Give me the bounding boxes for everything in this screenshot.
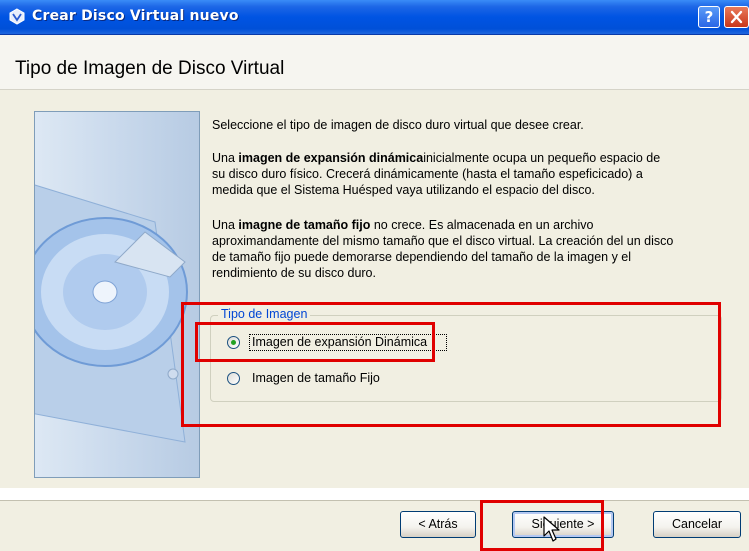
window-title: Crear Disco Virtual nuevo [32, 8, 239, 24]
title-bar[interactable]: Crear Disco Virtual nuevo ? [0, 0, 749, 35]
fixed-desc-line1: Una imagne de tamaño fijo no crece. Es a… [212, 218, 594, 232]
help-button[interactable]: ? [698, 6, 720, 28]
dynamic-desc-line1: Una imagen de expansión dinámicainicialm… [212, 151, 661, 165]
fixed-desc-line3: de tamaño fijo puede demorarse dependien… [212, 250, 632, 264]
close-icon [730, 10, 743, 24]
intro-text: Seleccione el tipo de imagen de disco du… [212, 118, 584, 132]
dynamic-desc-bold: imagen de expansión dinámica [238, 151, 424, 165]
dynamic-desc-line2: su disco duro físico. Crecerá dinámicame… [212, 167, 643, 181]
dynamic-desc-line3: medida que el Sistema Huésped vaya utili… [212, 183, 595, 197]
annotation-box-group [181, 302, 721, 427]
fixed-desc-bold: imagne de tamaño fijo [238, 218, 371, 232]
page-title: Tipo de Imagen de Disco Virtual [15, 58, 285, 79]
help-icon: ? [704, 8, 714, 26]
mouse-cursor-icon [543, 516, 560, 542]
annotation-box-option [195, 322, 435, 362]
virtualbox-app-icon [9, 8, 25, 25]
footer-area [0, 501, 749, 551]
hard-disk-icon [35, 184, 188, 443]
close-button[interactable] [724, 6, 749, 28]
cancel-button[interactable]: Cancelar [653, 511, 741, 538]
fixed-desc-line4: rendimiento de su disco duro. [212, 266, 376, 280]
back-button[interactable]: < Atrás [400, 511, 476, 538]
fixed-desc-line2: aproximandamente del mismo tamaño que el… [212, 234, 674, 248]
hard-disk-illustration [34, 111, 200, 478]
